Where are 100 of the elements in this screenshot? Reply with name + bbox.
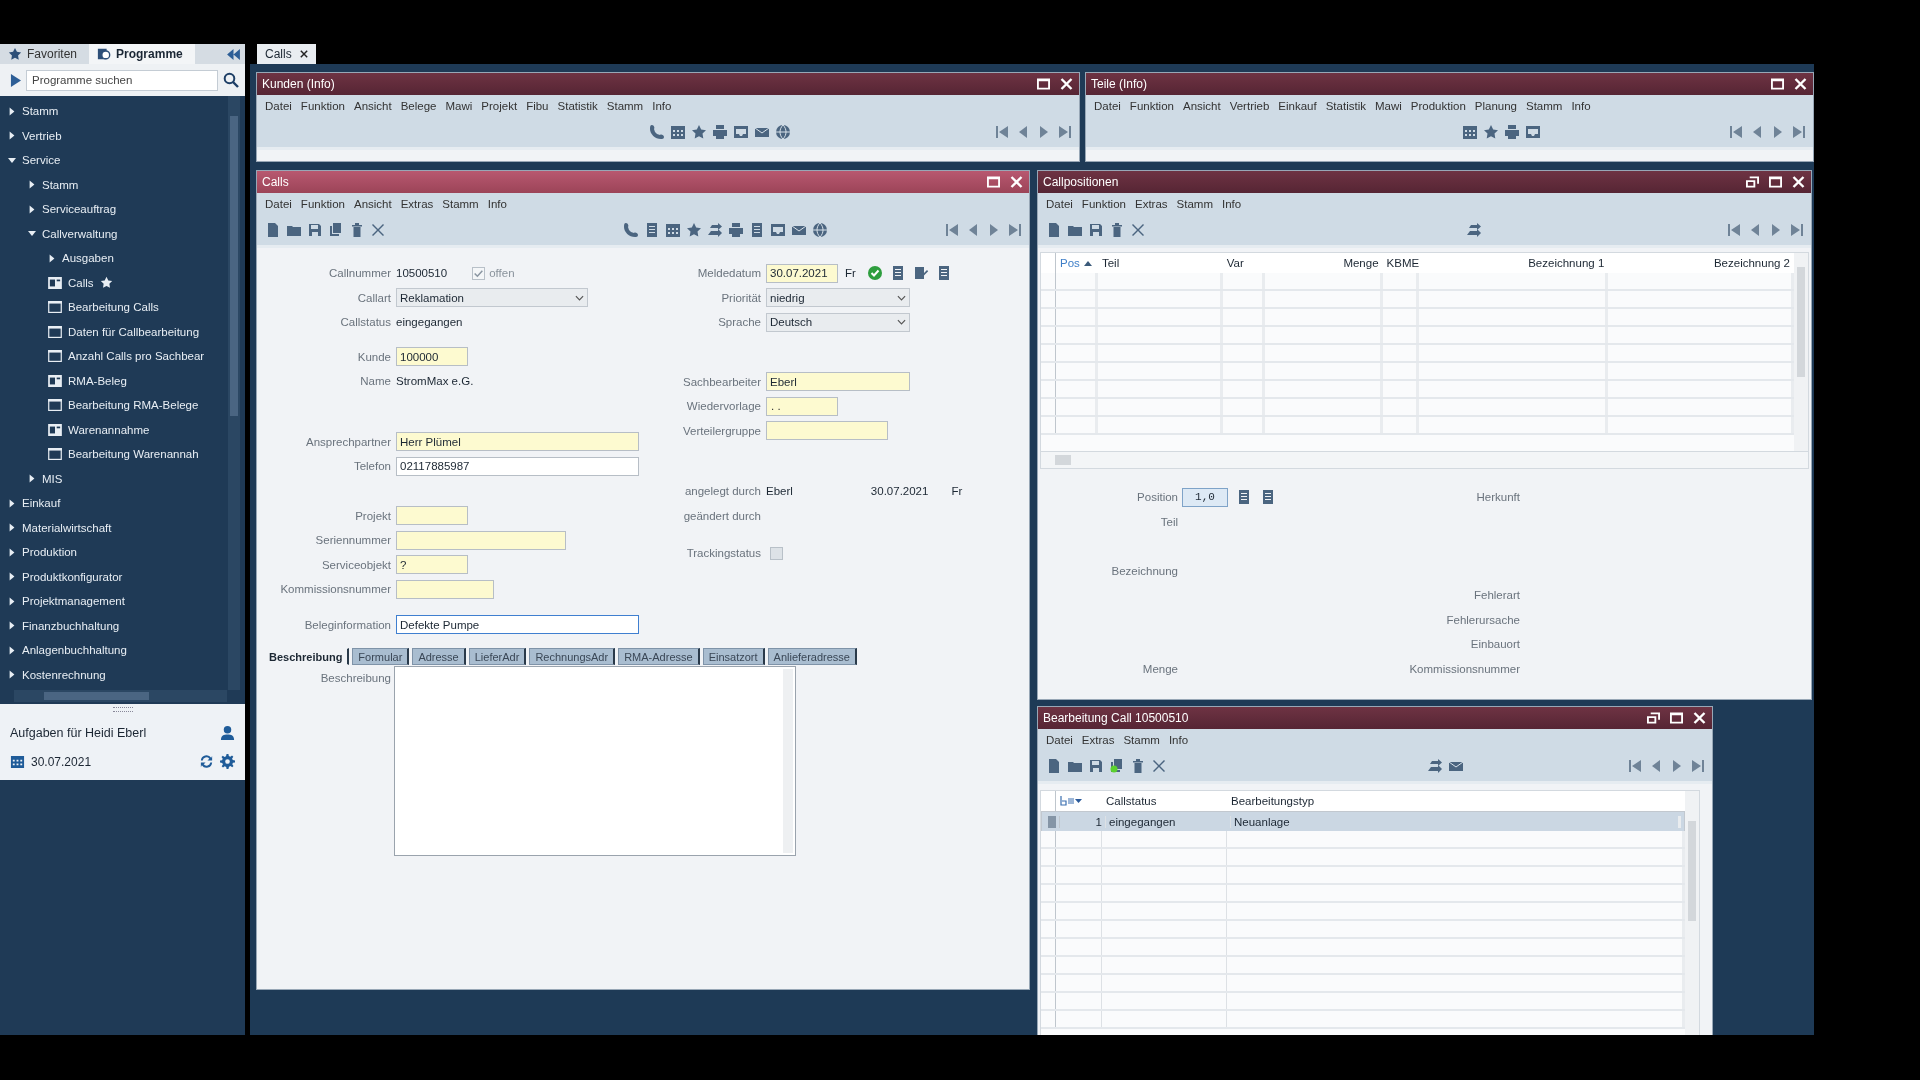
dropdown[interactable]: niedrig — [766, 288, 910, 308]
menu-item[interactable]: Fibu — [526, 100, 549, 112]
last-record-icon[interactable] — [1057, 124, 1073, 140]
first-record-icon[interactable] — [1627, 758, 1643, 774]
menu-item[interactable]: Vertrieb — [1229, 100, 1270, 112]
check-icon[interactable] — [866, 265, 883, 282]
calendar-icon[interactable] — [10, 754, 25, 769]
tree-item[interactable]: Daten für Callbearbeitung — [68, 325, 200, 338]
menu-item[interactable]: Datei — [265, 100, 292, 112]
column-header[interactable]: Var — [1222, 253, 1265, 273]
close-icon[interactable] — [299, 50, 308, 58]
star-icon[interactable] — [685, 222, 702, 238]
collapsed-arrow-icon[interactable] — [28, 204, 36, 214]
tree-item[interactable]: Bearbeitung Warenannah — [68, 448, 199, 461]
menu-item[interactable]: Info — [1571, 100, 1591, 112]
menu-item[interactable]: Mawi — [445, 100, 473, 112]
tab[interactable]: Anlieferadresse — [767, 648, 857, 665]
input-field[interactable]: Defekte Pumpe — [396, 615, 639, 635]
scrollbar-thumb[interactable] — [230, 116, 238, 416]
group-sort-icon[interactable] — [1060, 796, 1082, 806]
trash-icon[interactable] — [349, 222, 365, 238]
cross-icon[interactable] — [1130, 222, 1146, 238]
tree-item[interactable]: Kostenrechnung — [22, 668, 106, 681]
tree-item[interactable]: Callverwaltung — [42, 227, 118, 240]
column-header[interactable]: Menge — [1264, 253, 1383, 273]
copy-icon[interactable] — [328, 222, 344, 238]
first-record-icon[interactable] — [1726, 222, 1742, 238]
cross-icon[interactable] — [370, 222, 386, 238]
star-icon[interactable] — [690, 124, 707, 140]
tab[interactable]: Formular — [352, 648, 410, 665]
input-field[interactable]: 02117885987 — [396, 456, 639, 476]
copy-add-icon[interactable] — [1109, 758, 1125, 774]
tree-item[interactable]: MIS — [42, 472, 63, 485]
menu-item[interactable]: Datei — [1046, 198, 1073, 210]
menu-item[interactable]: Funktion — [300, 100, 345, 112]
first-record-icon[interactable] — [994, 124, 1010, 140]
star-icon[interactable] — [1482, 124, 1499, 140]
forward-arrow-icon[interactable] — [706, 222, 723, 238]
menu-item[interactable]: Datei — [265, 198, 292, 210]
input-field[interactable]: Eberl — [766, 372, 910, 392]
phone-icon[interactable] — [648, 124, 665, 140]
collapsed-arrow-icon[interactable] — [8, 106, 16, 116]
collapsed-arrow-icon[interactable] — [48, 253, 56, 263]
checkbox[interactable] — [472, 266, 486, 280]
first-record-icon[interactable] — [944, 222, 960, 238]
scrollbar[interactable] — [1794, 253, 1808, 451]
scrollbar-thumb[interactable] — [1055, 455, 1071, 465]
menu-item[interactable]: Info — [487, 198, 507, 210]
input-field[interactable]: 1,0 — [1182, 487, 1228, 507]
expanded-arrow-icon[interactable] — [8, 155, 16, 165]
menu-item[interactable]: Info — [1168, 734, 1189, 746]
inbox-icon[interactable] — [732, 124, 749, 140]
collapsed-arrow-icon[interactable] — [8, 547, 16, 557]
globe-icon[interactable] — [774, 124, 791, 140]
tree-item[interactable]: Service — [22, 154, 61, 167]
tree-item[interactable]: Warenannahme — [68, 423, 150, 436]
menu-item[interactable]: Info — [1222, 198, 1242, 210]
column-header[interactable]: Bezeichnung 1 — [1418, 253, 1609, 273]
input-field[interactable]: 100000 — [396, 347, 468, 367]
collapse-icon[interactable] — [226, 48, 241, 60]
tab[interactable]: Adresse — [412, 648, 466, 665]
tree-item[interactable]: Anlagenbuchhaltung — [22, 644, 127, 657]
maximize-icon[interactable] — [1769, 176, 1782, 188]
last-record-icon[interactable] — [1789, 222, 1805, 238]
tree-item[interactable]: RMA-Beleg — [68, 374, 127, 387]
last-record-icon[interactable] — [1690, 758, 1706, 774]
tree-item[interactable]: Materialwirtschaft — [22, 521, 112, 534]
tree-item[interactable]: Stamm — [22, 105, 59, 118]
tree-item[interactable]: Bearbeitung Calls — [68, 301, 159, 314]
column-header[interactable]: KBME — [1382, 253, 1419, 273]
first-record-icon[interactable] — [1728, 124, 1744, 140]
input-field[interactable]: . . — [766, 396, 838, 416]
search-field[interactable]: Programme suchen — [26, 69, 218, 91]
checkbox[interactable] — [770, 546, 783, 560]
menu-item[interactable]: Einkauf — [1278, 100, 1317, 112]
tab[interactable]: Einsatzort — [702, 648, 765, 665]
document-tab[interactable]: Calls — [257, 44, 316, 64]
printer-icon[interactable] — [711, 124, 728, 140]
menu-item[interactable]: Stamm — [1123, 734, 1160, 746]
menu-item[interactable]: Belege — [400, 100, 437, 112]
tree-item[interactable]: Einkauf — [22, 497, 61, 510]
input-field[interactable]: ? — [396, 555, 468, 575]
scrollbar[interactable] — [1685, 791, 1699, 1035]
inbox-icon[interactable] — [769, 222, 786, 238]
menu-item[interactable]: Extras — [1081, 734, 1115, 746]
tree-item[interactable]: Projektmanagement — [22, 595, 125, 608]
printer-icon[interactable] — [727, 222, 744, 238]
scrollbar-thumb[interactable] — [44, 692, 149, 700]
calendar-icon[interactable] — [669, 124, 686, 140]
input-field[interactable] — [396, 506, 468, 526]
globe-icon[interactable] — [811, 222, 828, 238]
inbox-icon[interactable] — [1524, 124, 1541, 140]
trash-icon[interactable] — [1109, 222, 1125, 238]
maximize-icon[interactable] — [1037, 78, 1050, 90]
column-header[interactable]: Teil — [1097, 253, 1223, 273]
input-field[interactable]: Herr Plümel — [396, 432, 639, 452]
tree-item[interactable]: Vertrieb — [22, 129, 62, 142]
new-document-icon[interactable] — [265, 222, 281, 238]
menu-item[interactable]: Produktion — [1410, 100, 1466, 112]
cross-icon[interactable] — [1151, 758, 1167, 774]
